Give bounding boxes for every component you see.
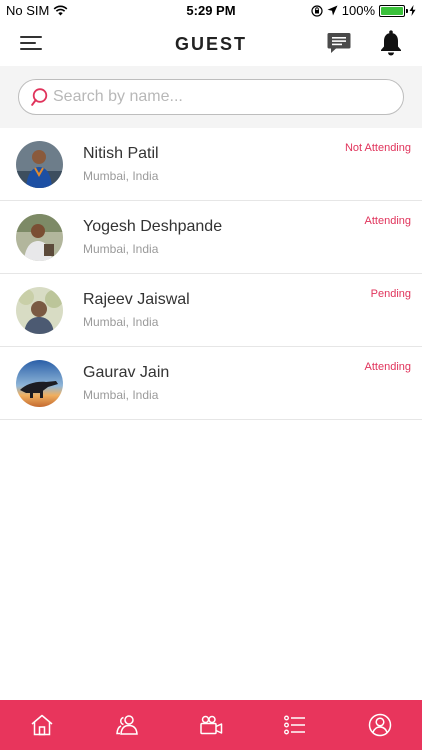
list-icon	[284, 715, 306, 735]
guest-row[interactable]: Yogesh Deshpande Mumbai, India Attending	[0, 201, 422, 274]
location-arrow-icon	[327, 5, 338, 16]
tab-guests[interactable]	[84, 700, 168, 750]
guest-location: Mumbai, India	[83, 388, 159, 402]
status-badge: Not Attending	[344, 142, 411, 154]
avatar	[16, 141, 63, 188]
guest-row[interactable]: Rajeev Jaiswal Mumbai, India Pending	[0, 274, 422, 347]
orientation-lock-icon	[311, 4, 323, 17]
chat-button[interactable]	[327, 32, 351, 54]
search-box[interactable]	[18, 79, 404, 115]
tab-home[interactable]	[0, 700, 84, 750]
profile-icon	[368, 713, 392, 737]
avatar	[16, 360, 63, 407]
search-input[interactable]	[53, 84, 393, 110]
search-area	[0, 66, 422, 128]
guest-name: Gaurav Jain	[83, 364, 170, 381]
tab-profile[interactable]	[338, 700, 422, 750]
notifications-button[interactable]	[379, 30, 403, 56]
guest-name: Nitish Patil	[83, 145, 159, 162]
guest-location: Mumbai, India	[83, 242, 159, 256]
guest-row[interactable]: Gaurav Jain Mumbai, India Attending	[0, 347, 422, 420]
status-badge: Attending	[364, 361, 411, 373]
status-badge: Attending	[364, 215, 411, 227]
tab-video[interactable]	[169, 700, 253, 750]
guest-name: Rajeev Jaiswal	[83, 291, 190, 308]
avatar	[16, 214, 63, 261]
battery-percent: 100%	[341, 3, 375, 18]
status-badge: Pending	[370, 288, 411, 300]
charging-icon	[409, 5, 416, 16]
guest-row[interactable]: Nitish Patil Mumbai, India Not Attending	[0, 128, 422, 201]
tab-list[interactable]	[253, 700, 337, 750]
bell-icon	[381, 30, 401, 56]
nav-bar: GUEST	[0, 22, 422, 66]
battery-icon	[379, 4, 408, 17]
home-icon	[31, 714, 53, 736]
search-icon	[31, 88, 48, 106]
page-title: GUEST	[174, 34, 247, 54]
guest-location: Mumbai, India	[83, 315, 159, 329]
tab-bar	[0, 700, 422, 750]
avatar	[16, 287, 63, 334]
guest-name: Yogesh Deshpande	[83, 218, 223, 235]
video-icon	[200, 715, 223, 735]
status-right: 100%	[311, 3, 416, 18]
guest-location: Mumbai, India	[83, 169, 159, 183]
guest-list: Nitish Patil Mumbai, India Not Attending…	[0, 128, 422, 420]
guests-icon	[115, 715, 138, 735]
chat-icon	[327, 33, 351, 53]
status-bar: No SIM 5:29 PM 100%	[0, 0, 422, 22]
